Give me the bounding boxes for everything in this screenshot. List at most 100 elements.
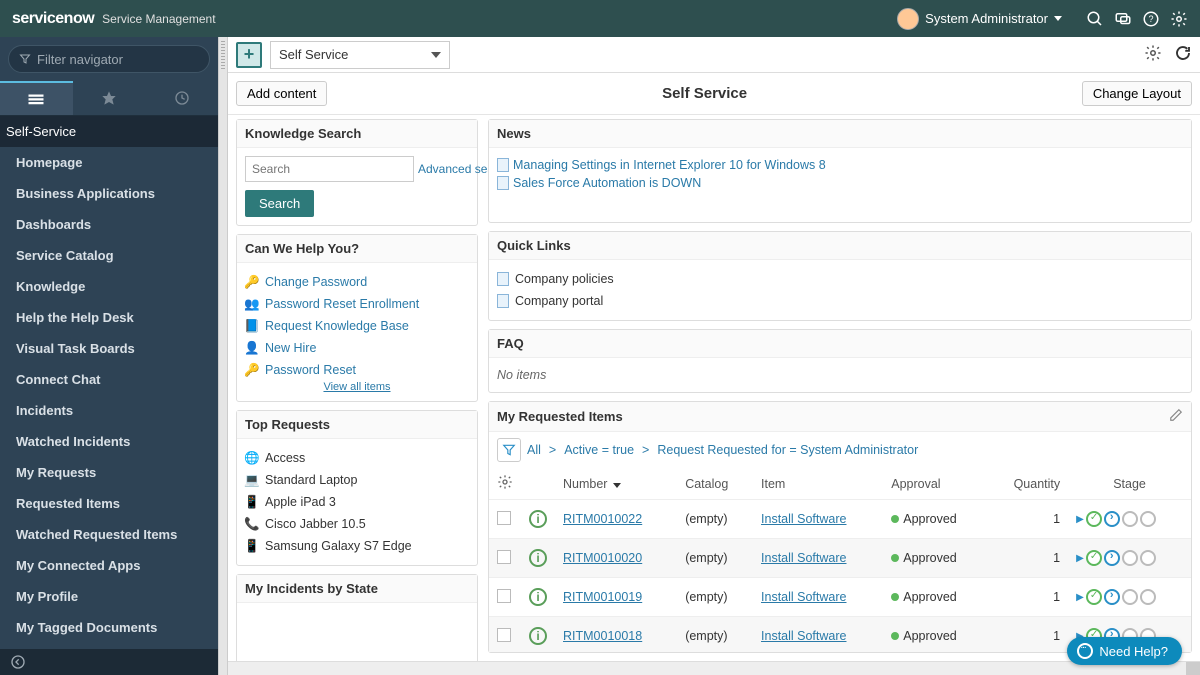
quick-link-item[interactable]: Company policies <box>497 268 1183 290</box>
homepage-select[interactable]: Self Service <box>270 41 450 69</box>
chat-icon[interactable] <box>1114 10 1132 28</box>
view-all-items-link[interactable]: View all items <box>323 381 390 393</box>
stage-current-icon <box>1104 550 1120 566</box>
nav-item-homepage[interactable]: Homepage <box>0 147 218 178</box>
widget-incidents-by-state: My Incidents by State <box>236 574 478 661</box>
nav-item-connect-chat[interactable]: Connect Chat <box>0 364 218 395</box>
knowledge-search-input[interactable] <box>245 156 414 182</box>
filter-navigator-input[interactable]: Filter navigator <box>8 45 210 73</box>
gear-icon[interactable] <box>1170 10 1188 28</box>
nav-group-self-service[interactable]: Self-Service <box>0 116 218 147</box>
top-request-item[interactable]: 📱Samsung Galaxy S7 Edge <box>245 535 469 557</box>
user-menu[interactable]: System Administrator <box>925 11 1048 26</box>
row-number-link[interactable]: RITM0010020 <box>563 551 642 565</box>
tab-history[interactable] <box>145 81 218 115</box>
crumb-active[interactable]: Active = true <box>564 443 634 457</box>
row-stage[interactable]: ▶ <box>1076 550 1183 566</box>
nav-item-help-the-help-desk[interactable]: Help the Help Desk <box>0 302 218 333</box>
widget-help-you: Can We Help You? 🔑Change Password👥Passwo… <box>236 234 478 402</box>
knowledge-search-title: Knowledge Search <box>245 126 361 141</box>
col-item[interactable]: Item <box>753 468 883 500</box>
nav-item-visual-task-boards[interactable]: Visual Task Boards <box>0 333 218 364</box>
row-item-link[interactable]: Install Software <box>761 629 846 643</box>
help-item[interactable]: 📘Request Knowledge Base <box>245 315 469 337</box>
nav-item-my-connected-apps[interactable]: My Connected Apps <box>0 550 218 581</box>
row-info-icon[interactable]: i <box>529 549 547 567</box>
nav-item-watched-requested-items[interactable]: Watched Requested Items <box>0 519 218 550</box>
widget-top-requests: Top Requests 🌐Access💻Standard Laptop📱App… <box>236 410 478 566</box>
quick-link-item[interactable]: Company portal <box>497 290 1183 312</box>
nav-item-requested-items[interactable]: Requested Items <box>0 488 218 519</box>
nav-item-knowledge[interactable]: Knowledge <box>0 271 218 302</box>
refresh-icon[interactable] <box>1174 44 1192 65</box>
collapse-nav-button[interactable] <box>0 649 218 675</box>
nav-item-my-profile[interactable]: My Profile <box>0 581 218 612</box>
top-request-icon: 📱 <box>245 495 259 509</box>
row-quantity: 1 <box>988 500 1068 539</box>
row-item-link[interactable]: Install Software <box>761 512 846 526</box>
row-checkbox[interactable] <box>497 589 511 603</box>
row-info-icon[interactable]: i <box>529 588 547 606</box>
user-menu-caret-icon[interactable] <box>1054 16 1062 21</box>
news-item[interactable]: Managing Settings in Internet Explorer 1… <box>497 156 1183 174</box>
row-checkbox[interactable] <box>497 628 511 642</box>
row-number-link[interactable]: RITM0010018 <box>563 629 642 643</box>
row-checkbox[interactable] <box>497 550 511 564</box>
row-number-link[interactable]: RITM0010019 <box>563 590 642 604</box>
row-info-icon[interactable]: i <box>529 510 547 528</box>
avatar[interactable] <box>897 8 919 30</box>
table-personalize-icon[interactable] <box>497 479 513 493</box>
row-checkbox[interactable] <box>497 511 511 525</box>
top-request-item[interactable]: 📞Cisco Jabber 10.5 <box>245 513 469 535</box>
nav-item-service-catalog[interactable]: Service Catalog <box>0 240 218 271</box>
filter-placeholder: Filter navigator <box>37 52 123 67</box>
top-request-item[interactable]: 📱Apple iPad 3 <box>245 491 469 513</box>
help-item[interactable]: 🔑Change Password <box>245 271 469 293</box>
tab-all-apps[interactable] <box>0 81 73 115</box>
nav-item-my-tagged-documents[interactable]: My Tagged Documents <box>0 612 218 643</box>
row-item-link[interactable]: Install Software <box>761 590 846 604</box>
crumb-all[interactable]: All <box>527 443 541 457</box>
nav-item-watched-incidents[interactable]: Watched Incidents <box>0 426 218 457</box>
news-item[interactable]: Sales Force Automation is DOWN <box>497 174 1183 192</box>
top-request-item[interactable]: 🌐Access <box>245 447 469 469</box>
stage-expand-icon: ▶ <box>1076 553 1084 564</box>
splitter[interactable] <box>218 37 228 675</box>
quick-links-title: Quick Links <box>497 238 571 253</box>
col-catalog[interactable]: Catalog <box>677 468 753 500</box>
sort-desc-icon <box>613 483 621 488</box>
need-help-button[interactable]: Need Help? <box>1067 637 1182 665</box>
page-settings-icon[interactable] <box>1144 44 1162 65</box>
col-number[interactable]: Number <box>555 468 677 500</box>
add-content-button[interactable]: Add content <box>236 81 327 106</box>
nav-item-dashboards[interactable]: Dashboards <box>0 209 218 240</box>
row-info-icon[interactable]: i <box>529 627 547 645</box>
row-stage[interactable]: ▶ <box>1076 589 1183 605</box>
row-quantity: 1 <box>988 578 1068 617</box>
col-stage[interactable]: Stage <box>1068 468 1191 500</box>
nav-item-incidents[interactable]: Incidents <box>0 395 218 426</box>
col-quantity[interactable]: Quantity <box>988 468 1068 500</box>
row-stage[interactable]: ▶ <box>1076 511 1183 527</box>
edit-widget-icon[interactable] <box>1169 408 1183 425</box>
help-icon[interactable]: ? <box>1142 10 1160 28</box>
tab-favorites[interactable] <box>73 81 146 115</box>
help-item[interactable]: 👤New Hire <box>245 337 469 359</box>
change-layout-button[interactable]: Change Layout <box>1082 81 1192 106</box>
new-homepage-button[interactable]: + <box>236 42 262 68</box>
filter-icon[interactable] <box>497 438 521 462</box>
knowledge-search-button[interactable]: Search <box>245 190 314 217</box>
nav-item-business-applications[interactable]: Business Applications <box>0 178 218 209</box>
chevron-down-icon <box>431 52 441 58</box>
nav-item-my-requests[interactable]: My Requests <box>0 457 218 488</box>
search-icon[interactable] <box>1086 10 1104 28</box>
help-item[interactable]: 🔑Password Reset <box>245 359 469 381</box>
col-approval[interactable]: Approval <box>883 468 988 500</box>
row-number-link[interactable]: RITM0010022 <box>563 512 642 526</box>
top-request-item[interactable]: 💻Standard Laptop <box>245 469 469 491</box>
row-item-link[interactable]: Install Software <box>761 551 846 565</box>
crumb-requested-for[interactable]: Request Requested for = System Administr… <box>657 443 918 457</box>
help-item[interactable]: 👥Password Reset Enrollment <box>245 293 469 315</box>
stage-pending-icon <box>1140 511 1156 527</box>
horizontal-scrollbar[interactable] <box>228 661 1200 675</box>
